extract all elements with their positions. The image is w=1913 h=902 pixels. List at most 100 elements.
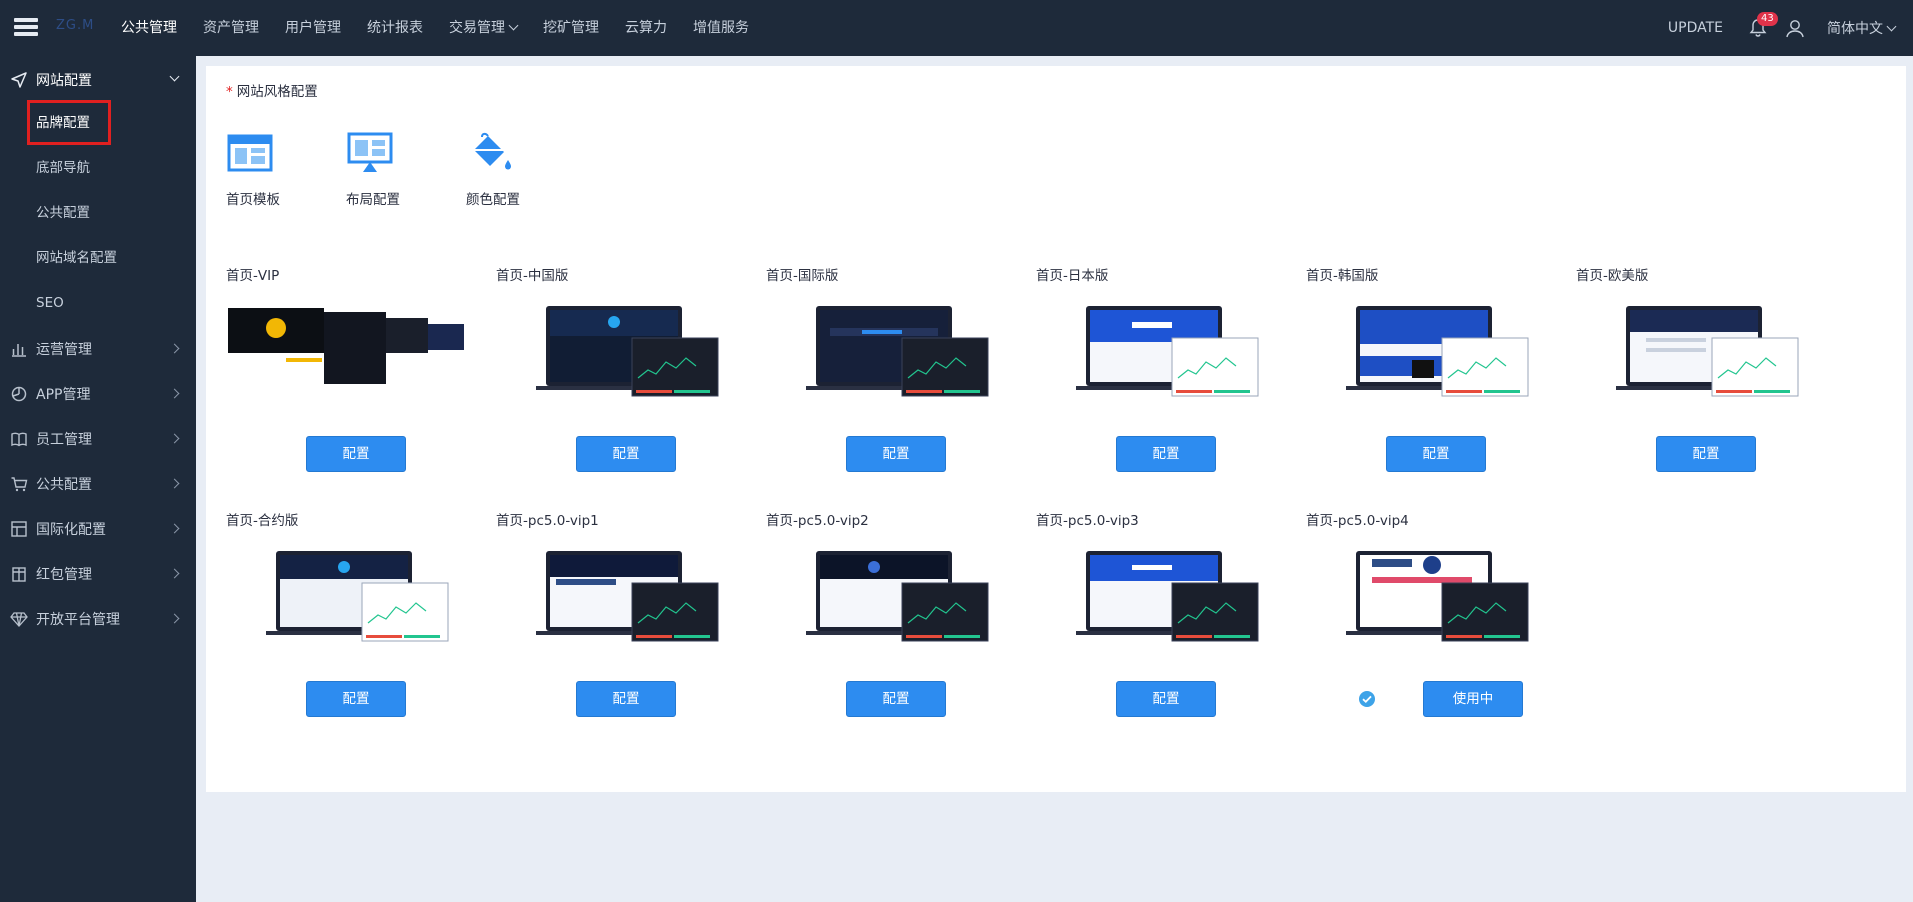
configure-button[interactable]: 配置 bbox=[846, 681, 946, 717]
chevron-down-icon bbox=[1886, 21, 1897, 32]
top-header: ZG.M 公共管理 资产管理 用户管理 统计报表 交易管理 挖矿管理 云算力 增… bbox=[0, 0, 1913, 56]
header-actions: UPDATE 43 简体中文 bbox=[1668, 0, 1913, 56]
template-card: 首页-pc5.0-vip3 配置 bbox=[1036, 509, 1276, 719]
menu-toggle-icon[interactable] bbox=[14, 18, 38, 36]
grid-icon bbox=[11, 521, 27, 537]
template-card: 首页-国际版 配置 bbox=[766, 264, 1006, 474]
pie-chart-icon bbox=[11, 386, 27, 402]
send-icon bbox=[11, 72, 27, 88]
configure-button[interactable]: 配置 bbox=[576, 681, 676, 717]
brand-logo: ZG.M bbox=[56, 18, 95, 33]
configure-button[interactable]: 配置 bbox=[306, 436, 406, 472]
diamond-icon bbox=[10, 612, 28, 627]
topnav-item-mining[interactable]: 挖矿管理 bbox=[530, 0, 612, 56]
configure-button[interactable]: 配置 bbox=[576, 436, 676, 472]
template-name: 首页-合约版 bbox=[226, 513, 299, 529]
topnav-item-reports[interactable]: 统计报表 bbox=[354, 0, 436, 56]
tool-color-config[interactable]: 颜色配置 bbox=[466, 130, 546, 208]
configure-button[interactable]: 配置 bbox=[1116, 436, 1216, 472]
update-link[interactable]: UPDATE bbox=[1668, 20, 1723, 36]
configure-button[interactable]: 配置 bbox=[306, 681, 406, 717]
configure-button[interactable]: 配置 bbox=[846, 436, 946, 472]
check-circle-icon bbox=[1359, 691, 1375, 707]
top-nav: 公共管理 资产管理 用户管理 统计报表 交易管理 挖矿管理 云算力 增值服务 bbox=[108, 0, 762, 56]
template-card: 首页-pc5.0-vip4 使用中 bbox=[1306, 509, 1546, 719]
template-preview-thumbnail bbox=[1076, 306, 1259, 397]
template-icon bbox=[227, 134, 273, 172]
sidebar-group-i18n[interactable]: 国际化配置 bbox=[0, 507, 196, 551]
chevron-right-icon bbox=[169, 613, 180, 624]
sidebar: 网站配置 品牌配置 底部导航 公共配置 网站域名配置 SEO 运营管理 APP管… bbox=[0, 56, 196, 902]
template-card: 首页-合约版 配置 bbox=[226, 509, 466, 719]
sidebar-group-app[interactable]: APP管理 bbox=[0, 372, 196, 416]
cart-icon bbox=[11, 477, 28, 492]
template-preview-thumbnail bbox=[536, 551, 719, 642]
topnav-item-assets[interactable]: 资产管理 bbox=[190, 0, 272, 56]
user-icon bbox=[1786, 20, 1804, 38]
sidebar-item-public-config[interactable]: 公共配置 bbox=[36, 202, 90, 224]
highlight-box bbox=[27, 100, 111, 145]
chevron-down-icon bbox=[169, 71, 180, 82]
configure-button[interactable]: 配置 bbox=[1116, 681, 1216, 717]
template-card: 首页-pc5.0-vip1 配置 bbox=[496, 509, 736, 719]
template-name: 首页-韩国版 bbox=[1306, 268, 1379, 284]
chevron-right-icon bbox=[169, 388, 180, 399]
sidebar-group-staff[interactable]: 员工管理 bbox=[0, 417, 196, 461]
paint-bucket-icon bbox=[474, 132, 511, 170]
sidebar-item-seo[interactable]: SEO bbox=[36, 292, 64, 314]
template-name: 首页-pc5.0-vip2 bbox=[766, 513, 869, 529]
topnav-item-public[interactable]: 公共管理 bbox=[108, 0, 190, 56]
template-name: 首页-国际版 bbox=[766, 268, 839, 284]
template-name: 首页-pc5.0-vip4 bbox=[1306, 513, 1409, 529]
chevron-right-icon bbox=[169, 343, 180, 354]
template-preview-thumbnail bbox=[806, 306, 989, 397]
tool-layout-config[interactable]: 布局配置 bbox=[346, 130, 426, 208]
chevron-right-icon bbox=[169, 478, 180, 489]
chevron-right-icon bbox=[169, 523, 180, 534]
sidebar-group-open-platform[interactable]: 开放平台管理 bbox=[0, 597, 196, 641]
template-card: 首页-中国版 配置 bbox=[496, 264, 736, 474]
in-use-button[interactable]: 使用中 bbox=[1423, 681, 1523, 717]
template-preview-thumbnail bbox=[1076, 551, 1259, 642]
template-name: 首页-VIP bbox=[226, 268, 280, 284]
section-title: * 网站风格配置 bbox=[226, 84, 318, 100]
template-preview-thumbnail bbox=[806, 551, 989, 642]
book-icon bbox=[11, 432, 27, 447]
sidebar-group-operations[interactable]: 运营管理 bbox=[0, 327, 196, 371]
template-card: 首页-欧美版 配置 bbox=[1576, 264, 1816, 474]
package-icon bbox=[12, 567, 26, 582]
bar-chart-icon bbox=[12, 344, 26, 357]
notification-button[interactable]: 43 bbox=[1749, 12, 1778, 38]
topnav-item-cloud-hashrate[interactable]: 云算力 bbox=[612, 0, 680, 56]
chevron-right-icon bbox=[169, 568, 180, 579]
template-name: 首页-日本版 bbox=[1036, 268, 1109, 284]
template-name: 首页-欧美版 bbox=[1576, 268, 1649, 284]
template-preview-thumbnail bbox=[1346, 306, 1529, 397]
template-name: 首页-pc5.0-vip1 bbox=[496, 513, 599, 529]
sidebar-group-website-config[interactable]: 网站配置 bbox=[0, 58, 196, 102]
tool-home-template[interactable]: 首页模板 bbox=[226, 130, 306, 208]
template-name: 首页-pc5.0-vip3 bbox=[1036, 513, 1139, 529]
sidebar-item-domain-config[interactable]: 网站域名配置 bbox=[36, 247, 117, 269]
configure-button[interactable]: 配置 bbox=[1656, 436, 1756, 472]
sidebar-group-common[interactable]: 公共配置 bbox=[0, 462, 196, 506]
language-select[interactable]: 简体中文 bbox=[1827, 18, 1897, 38]
sidebar-item-footer-nav[interactable]: 底部导航 bbox=[36, 157, 90, 179]
user-avatar-button[interactable] bbox=[1785, 18, 1805, 38]
configure-button[interactable]: 配置 bbox=[1386, 436, 1486, 472]
template-card: 首页-pc5.0-vip2 配置 bbox=[766, 509, 1006, 719]
chevron-down-icon bbox=[508, 20, 519, 31]
topnav-item-value-added[interactable]: 增值服务 bbox=[680, 0, 762, 56]
main-panel: * 网站风格配置 首页模板 布局配置 颜色配置 首页-VIP 配置 首页-中国版 … bbox=[206, 66, 1906, 792]
template-card: 首页-韩国版 配置 bbox=[1306, 264, 1546, 474]
template-preview-thumbnail bbox=[536, 306, 719, 397]
sidebar-group-red-packet[interactable]: 红包管理 bbox=[0, 552, 196, 596]
template-preview-thumbnail bbox=[1346, 551, 1529, 642]
topnav-item-trading[interactable]: 交易管理 bbox=[436, 0, 530, 56]
template-card: 首页-日本版 配置 bbox=[1036, 264, 1276, 474]
topnav-item-users[interactable]: 用户管理 bbox=[272, 0, 354, 56]
template-preview-thumbnail bbox=[228, 308, 464, 390]
template-card: 首页-VIP 配置 bbox=[226, 264, 466, 474]
template-preview-thumbnail bbox=[1616, 306, 1799, 397]
template-name: 首页-中国版 bbox=[496, 268, 569, 284]
